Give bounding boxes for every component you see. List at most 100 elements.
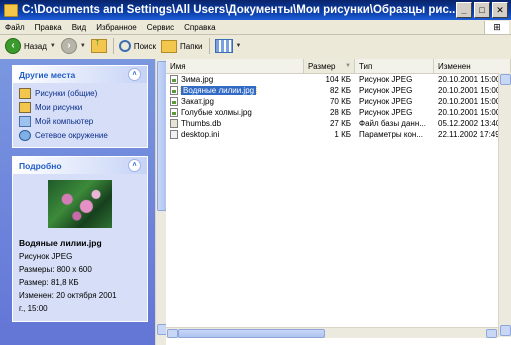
column-size-label: Размер <box>308 61 336 71</box>
place-label: Мои рисунки <box>35 102 83 112</box>
file-list-scrollbar[interactable] <box>498 73 511 337</box>
collapse-chevron-icon[interactable]: ˄ <box>128 68 141 81</box>
place-network[interactable]: Сетевое окружение <box>19 128 141 142</box>
details-type: Рисунок JPEG <box>19 252 73 261</box>
file-name: Закат.jpg <box>181 97 214 106</box>
horizontal-scroll-thumb[interactable] <box>178 329 325 338</box>
column-headers: Имя Размер ▼ Тип Изменен <box>166 59 511 74</box>
file-name-cell[interactable]: Зима.jpg <box>166 75 304 84</box>
details-modified-cont: г., 15:00 <box>19 304 48 313</box>
file-name: Зима.jpg <box>181 75 214 84</box>
folder-icon <box>4 3 18 17</box>
details-header[interactable]: Подробно ˄ <box>13 157 147 174</box>
views-icon <box>214 39 233 53</box>
file-row[interactable]: Закат.jpg 70 КБ Рисунок JPEG 20.10.2001 15:… <box>166 96 511 107</box>
collapse-chevron-icon[interactable]: ˄ <box>128 159 141 172</box>
back-dropdown-icon[interactable]: ▼ <box>50 43 56 49</box>
file-size: 82 КБ <box>329 86 351 95</box>
scroll-down-arrow[interactable] <box>500 325 511 336</box>
views-dropdown-icon[interactable]: ▼ <box>236 43 242 49</box>
menu-file[interactable]: Файл <box>0 23 30 32</box>
jpeg-file-icon <box>170 108 178 117</box>
search-button[interactable]: Поиск <box>118 40 156 52</box>
other-places-header[interactable]: Другие места ˄ <box>13 66 147 83</box>
views-button[interactable]: ▼ <box>214 39 242 53</box>
back-label: Назад <box>24 41 47 51</box>
menu-tools[interactable]: Сервис <box>142 23 179 32</box>
folders-button[interactable]: Папки <box>161 39 203 53</box>
file-size: 1 КБ <box>334 130 351 139</box>
maximize-button[interactable]: □ <box>474 2 490 18</box>
menu-view[interactable]: Вид <box>67 23 91 32</box>
search-label: Поиск <box>133 41 156 51</box>
jpeg-file-icon <box>170 97 178 106</box>
forward-dropdown-icon[interactable]: ▼ <box>80 43 86 49</box>
back-arrow-icon: ‹ <box>5 38 21 54</box>
database-file-icon <box>170 119 178 128</box>
close-button[interactable]: ✕ <box>492 2 508 18</box>
toolbar-separator <box>112 38 114 54</box>
task-pane: Другие места ˄ Рисунки (общие) Мои рисун… <box>0 59 155 345</box>
horizontal-scrollbar[interactable] <box>166 327 498 338</box>
search-icon <box>118 40 131 52</box>
folders-label: Папки <box>180 41 203 51</box>
file-row[interactable]: desktop.ini 1 КБ Параметры кон... 22.11.200… <box>166 129 511 140</box>
file-name-cell[interactable]: Закат.jpg <box>166 97 304 106</box>
toolbar-separator <box>208 38 210 54</box>
other-places-title: Другие места <box>19 69 76 80</box>
image-thumbnail <box>48 180 112 228</box>
file-size: 70 КБ <box>329 97 351 106</box>
details-panel: Подробно ˄ Водяные лилии.jpg Рисунок JPE… <box>12 156 148 322</box>
file-type: Рисунок JPEG <box>359 108 413 117</box>
file-size: 28 КБ <box>329 108 351 117</box>
minimize-button[interactable]: _ <box>456 2 472 18</box>
network-icon <box>19 129 31 141</box>
column-name[interactable]: Имя <box>166 59 304 73</box>
column-modified[interactable]: Изменен <box>434 59 511 73</box>
scroll-right-arrow[interactable] <box>486 329 497 338</box>
column-type-label: Тип <box>359 61 373 71</box>
computer-icon <box>19 115 31 127</box>
column-type[interactable]: Тип <box>355 59 434 73</box>
menu-favorites[interactable]: Избранное <box>91 23 142 32</box>
file-row[interactable]: Зима.jpg 104 КБ Рисунок JPEG 20.10.2001 15:… <box>166 74 511 85</box>
scroll-up-arrow[interactable] <box>500 74 511 85</box>
place-my-pictures[interactable]: Мои рисунки <box>19 100 141 114</box>
file-type: Параметры кон... <box>359 130 423 139</box>
back-button[interactable]: ‹ Назад ▼ <box>5 38 56 54</box>
place-shared-pictures[interactable]: Рисунки (общие) <box>19 86 141 100</box>
place-label: Рисунки (общие) <box>35 88 98 98</box>
scroll-left-arrow[interactable] <box>167 329 178 338</box>
file-name-cell[interactable]: Голубые холмы.jpg <box>166 108 304 117</box>
sort-descending-icon: ▼ <box>345 63 351 69</box>
windows-logo: ⊞ <box>484 21 509 34</box>
file-name: Thumbs.db <box>181 119 222 128</box>
file-name: Водяные лилии.jpg <box>179 86 258 95</box>
toolbar: ‹ Назад ▼ › ▼ Поиск Папки ▼ <box>0 35 511 58</box>
folder-icon <box>19 87 31 99</box>
column-size[interactable]: Размер ▼ <box>304 59 355 73</box>
file-name: Голубые холмы.jpg <box>181 108 252 117</box>
details-title: Подробно <box>19 160 62 171</box>
file-row[interactable]: Thumbs.db 27 КБ Файл базы данн... 05.12.200… <box>166 118 511 129</box>
window-controls: _ □ ✕ <box>456 2 508 18</box>
place-label: Сетевое окружение <box>35 130 108 140</box>
file-name: desktop.ini <box>181 130 220 139</box>
place-my-computer[interactable]: Мой компьютер <box>19 114 141 128</box>
up-button[interactable] <box>90 37 107 53</box>
column-modified-label: Изменен <box>438 61 471 71</box>
menu-help[interactable]: Справка <box>179 23 220 32</box>
file-name-cell[interactable]: desktop.ini <box>166 130 304 139</box>
file-name-cell[interactable]: Thumbs.db <box>166 119 304 128</box>
file-type: Рисунок JPEG <box>359 86 413 95</box>
details-filename: Водяные лилии.jpg <box>19 238 102 248</box>
file-row[interactable]: Голубые холмы.jpg 28 КБ Рисунок JPEG 20.10.… <box>166 107 511 118</box>
folder-icon <box>19 101 31 113</box>
jpeg-file-icon <box>170 75 178 84</box>
file-row[interactable]: Водяные лилии.jpg 82 КБ Рисунок JPEG 20.10.… <box>166 85 511 96</box>
other-places-list: Рисунки (общие) Мои рисунки Мой компьюте… <box>13 83 147 147</box>
other-places-panel: Другие места ˄ Рисунки (общие) Мои рисун… <box>12 65 148 148</box>
menu-edit[interactable]: Правка <box>30 23 67 32</box>
forward-button[interactable]: › ▼ <box>60 38 86 54</box>
file-name-cell[interactable]: Водяные лилии.jpg <box>166 86 304 95</box>
